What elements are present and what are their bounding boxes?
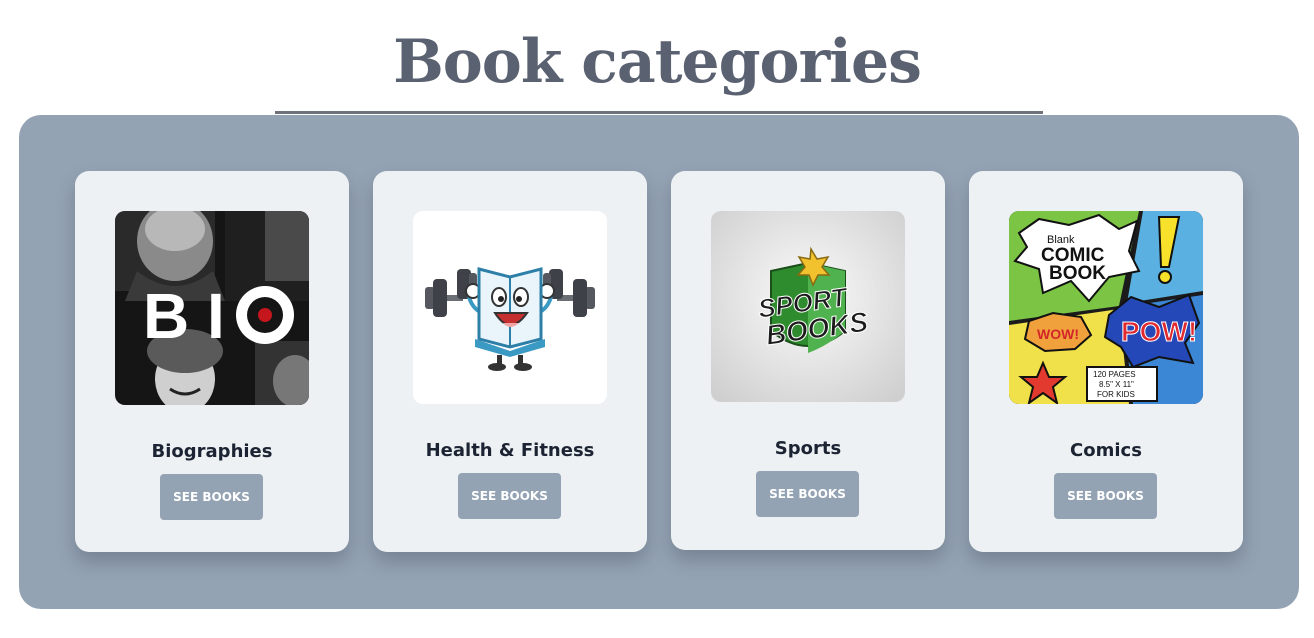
- category-card-health-fitness: Health & Fitness SEE BOOKS: [373, 171, 647, 552]
- sports-cover-image[interactable]: SPORT BOOKS: [711, 211, 905, 402]
- category-title-sports: Sports: [774, 438, 842, 459]
- comics-cover-image[interactable]: Blank COMIC BOOK WOW! POW! 120 PAGES 8.5…: [1009, 211, 1203, 404]
- svg-text:FOR KIDS: FOR KIDS: [1097, 390, 1135, 399]
- category-card-comics: Blank COMIC BOOK WOW! POW! 120 PAGES 8.5…: [969, 171, 1243, 552]
- svg-text:BOOK: BOOK: [1049, 263, 1106, 284]
- categories-panel: B I Biographies SEE BOOKS Health & Fitne…: [19, 115, 1299, 609]
- health-fitness-cover-image[interactable]: [413, 211, 607, 404]
- svg-text:8.5" X 11": 8.5" X 11": [1099, 380, 1134, 389]
- category-title-health-fitness: Health & Fitness: [425, 440, 595, 461]
- category-title-comics: Comics: [1070, 440, 1142, 461]
- title-underline: [275, 111, 1043, 114]
- svg-text:120 PAGES: 120 PAGES: [1093, 370, 1136, 379]
- see-books-button-comics[interactable]: SEE BOOKS: [1054, 473, 1157, 519]
- bio-letters-text: B I: [143, 280, 225, 352]
- category-title-biographies: Biographies: [151, 441, 273, 462]
- see-books-button-health-fitness[interactable]: SEE BOOKS: [458, 473, 561, 519]
- svg-text:POW!: POW!: [1121, 316, 1197, 347]
- svg-text:WOW!: WOW!: [1037, 326, 1079, 342]
- see-books-button-sports[interactable]: SEE BOOKS: [756, 471, 859, 517]
- category-card-biographies: B I Biographies SEE BOOKS: [75, 171, 349, 552]
- see-books-button-biographies[interactable]: SEE BOOKS: [160, 474, 263, 520]
- category-card-sports: SPORT BOOKS Sports SEE BOOKS: [671, 171, 945, 550]
- page-title: Book categories: [393, 27, 922, 97]
- biographies-cover-image[interactable]: B I: [115, 211, 309, 405]
